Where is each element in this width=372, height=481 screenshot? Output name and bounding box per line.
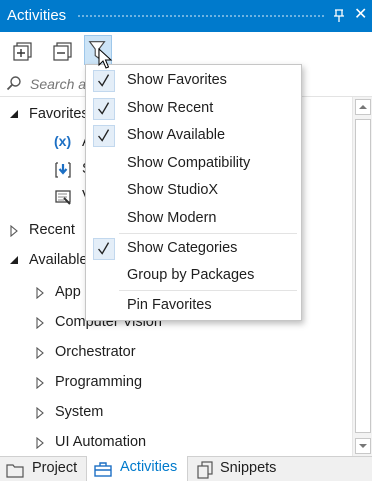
- menu-item-show-recent[interactable]: Show Recent: [86, 96, 301, 122]
- bottom-tab-bar: Project Activities Snippets: [0, 456, 372, 481]
- collapse-all-icon[interactable]: [52, 40, 74, 62]
- variable-icon: (x): [54, 133, 72, 149]
- vertical-scrollbar[interactable]: [352, 97, 372, 456]
- panel-title-bar[interactable]: Activities ✕: [0, 0, 372, 32]
- tab-activities[interactable]: Activities: [86, 456, 188, 481]
- tab-snippets[interactable]: Snippets: [190, 457, 290, 481]
- close-icon[interactable]: ✕: [354, 7, 367, 23]
- scroll-up-button[interactable]: [355, 99, 371, 115]
- collapsed-arrow-icon[interactable]: [35, 377, 45, 389]
- menu-item-show-compatibility[interactable]: Show Compatibility: [86, 151, 301, 177]
- check-icon: [93, 125, 115, 147]
- expanded-arrow-icon[interactable]: [9, 255, 19, 267]
- menu-item-show-categories[interactable]: Show Categories: [86, 236, 301, 262]
- toolbox-icon: [94, 462, 112, 477]
- panel-title: Activities: [7, 7, 67, 24]
- collapsed-arrow-icon[interactable]: [35, 317, 45, 329]
- scroll-down-icon: [359, 444, 367, 448]
- menu-item-group-by-packages[interactable]: Group by Packages: [86, 263, 301, 289]
- drag-grip[interactable]: [77, 14, 326, 19]
- scroll-down-button[interactable]: [355, 438, 371, 454]
- menu-item-show-favorites[interactable]: Show Favorites: [86, 68, 301, 94]
- filter-menu: Show Favorites Show Recent Show Availabl…: [85, 64, 302, 321]
- menu-separator: [119, 290, 297, 291]
- menu-separator: [119, 233, 297, 234]
- collapsed-arrow-icon[interactable]: [35, 437, 45, 449]
- menu-item-pin-favorites[interactable]: Pin Favorites: [86, 293, 301, 319]
- collapsed-arrow-icon[interactable]: [35, 287, 45, 299]
- collapsed-arrow-icon[interactable]: [9, 225, 19, 237]
- menu-item-show-available[interactable]: Show Available: [86, 123, 301, 149]
- mouse-cursor-icon: [98, 48, 113, 69]
- check-icon: [93, 238, 115, 260]
- screenshot-icon: [55, 190, 71, 205]
- folder-icon: [6, 464, 24, 478]
- expanded-arrow-icon[interactable]: [9, 109, 19, 121]
- collapsed-arrow-icon[interactable]: [35, 407, 45, 419]
- check-icon: [93, 70, 115, 92]
- snippets-icon: [197, 461, 213, 479]
- menu-item-show-modern[interactable]: Show Modern: [86, 206, 301, 232]
- expand-all-icon[interactable]: [12, 40, 34, 62]
- search-icon: [6, 76, 21, 91]
- download-icon: [55, 162, 71, 178]
- tab-project[interactable]: Project: [0, 457, 86, 481]
- check-icon: [93, 98, 115, 120]
- pin-icon[interactable]: [333, 9, 345, 23]
- collapsed-arrow-icon[interactable]: [35, 347, 45, 359]
- search-input[interactable]: [30, 73, 86, 95]
- scroll-thumb[interactable]: [355, 119, 371, 433]
- menu-item-show-studiox[interactable]: Show StudioX: [86, 178, 301, 204]
- scroll-up-icon: [359, 105, 367, 109]
